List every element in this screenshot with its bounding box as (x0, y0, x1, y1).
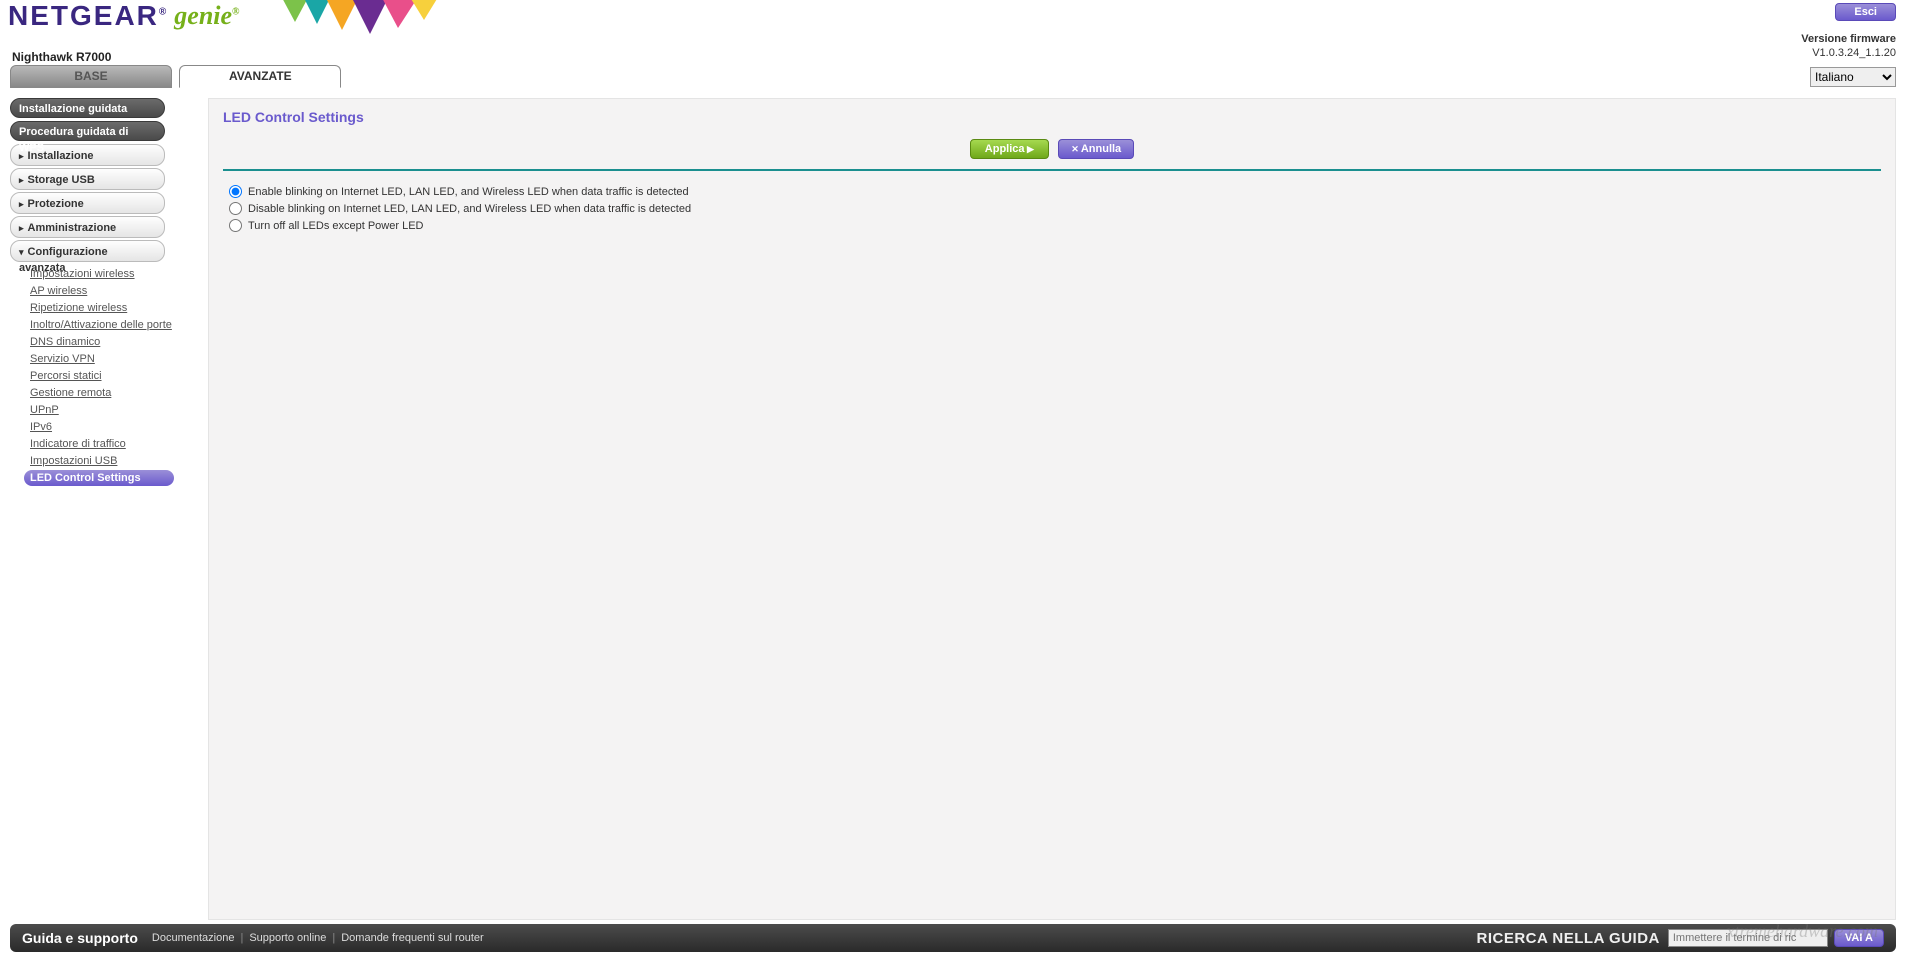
sidebar-cat-install[interactable]: Installazione (10, 144, 165, 166)
footer-search-label: RICERCA NELLA GUIDA (1476, 930, 1659, 947)
sidebar-install-wizard[interactable]: Installazione guidata (10, 98, 165, 118)
led-option-enable-blinking[interactable]: Enable blinking on Internet LED, LAN LED… (229, 185, 1881, 198)
firmware-label: Versione firmware (1801, 32, 1896, 46)
subitem-ipv6[interactable]: IPv6 (24, 419, 190, 435)
subitem-upnp[interactable]: UPnP (24, 402, 190, 418)
footer-link-docs[interactable]: Documentazione (152, 932, 235, 944)
radio-label: Turn off all LEDs except Power LED (248, 220, 423, 232)
subitem-wireless-settings[interactable]: Impostazioni wireless (24, 266, 190, 282)
led-option-disable-blinking[interactable]: Disable blinking on Internet LED, LAN LE… (229, 202, 1881, 215)
radio-disable-blinking[interactable] (229, 202, 242, 215)
header: NETGEAR® genie® Esci Versione firmware V… (0, 0, 1906, 65)
decorative-triangles (280, 0, 450, 42)
footer-go-button[interactable]: VAI A (1834, 929, 1884, 947)
cancel-button[interactable]: Annulla (1058, 139, 1134, 159)
model-name: Nighthawk R7000 (12, 50, 111, 64)
footer-link-support[interactable]: Supporto online (249, 932, 326, 944)
radio-label: Enable blinking on Internet LED, LAN LED… (248, 186, 689, 198)
tab-base[interactable]: BASE (10, 65, 172, 88)
sidebar-cat-admin[interactable]: Amministrazione (10, 216, 165, 238)
language-select[interactable]: Italiano (1810, 67, 1896, 87)
main-tabs: BASE AVANZATE (10, 65, 1896, 89)
radio-enable-blinking[interactable] (229, 185, 242, 198)
subitem-wireless-repeating[interactable]: Ripetizione wireless (24, 300, 190, 316)
sidebar-cat-protection[interactable]: Protezione (10, 192, 165, 214)
logout-button[interactable]: Esci (1835, 3, 1896, 21)
subitem-static-routes[interactable]: Percorsi statici (24, 368, 190, 384)
subitem-led-control[interactable]: LED Control Settings (24, 470, 174, 486)
subitem-traffic-meter[interactable]: Indicatore di traffico (24, 436, 190, 452)
content-panel: LED Control Settings Applica Annulla Ena… (208, 98, 1896, 920)
brand-primary: NETGEAR® (8, 0, 168, 32)
subitem-vpn-service[interactable]: Servizio VPN (24, 351, 190, 367)
main-area: Installazione guidata Procedura guidata … (10, 98, 1896, 920)
firmware-version: V1.0.3.24_1.1.20 (1801, 46, 1896, 60)
footer-title: Guida e supporto (22, 930, 138, 946)
brand-logo: NETGEAR® genie® (8, 0, 240, 32)
subitem-ap-wireless[interactable]: AP wireless (24, 283, 190, 299)
footer-link-faq[interactable]: Domande frequenti sul router (341, 932, 483, 944)
page-title: LED Control Settings (223, 109, 1881, 125)
sidebar: Installazione guidata Procedura guidata … (10, 98, 190, 920)
subitem-remote-mgmt[interactable]: Gestione remota (24, 385, 190, 401)
firmware-info: Versione firmware V1.0.3.24_1.1.20 (1801, 32, 1896, 60)
footer-search-input[interactable] (1668, 929, 1828, 947)
footer: Guida e supporto Documentazione | Suppor… (10, 924, 1896, 952)
sidebar-cat-advanced-config[interactable]: Configurazione avanzata (10, 240, 165, 262)
apply-button[interactable]: Applica (970, 139, 1049, 159)
subitem-dynamic-dns[interactable]: DNS dinamico (24, 334, 190, 350)
action-button-row: Applica Annulla (223, 139, 1881, 159)
radio-label: Disable blinking on Internet LED, LAN LE… (248, 203, 691, 215)
divider (223, 169, 1881, 171)
sidebar-advanced-sublist: Impostazioni wireless AP wireless Ripeti… (24, 266, 190, 486)
radio-turn-off[interactable] (229, 219, 242, 232)
subitem-usb-settings[interactable]: Impostazioni USB (24, 453, 190, 469)
sidebar-cat-usb[interactable]: Storage USB (10, 168, 165, 190)
brand-secondary: genie® (174, 1, 239, 31)
sidebar-wps-wizard[interactable]: Procedura guidata di WPS (10, 121, 165, 141)
led-option-turn-off[interactable]: Turn off all LEDs except Power LED (229, 219, 1881, 232)
subitem-port-forwarding[interactable]: Inoltro/Attivazione delle porte (24, 317, 190, 333)
tab-advanced[interactable]: AVANZATE (179, 65, 341, 88)
